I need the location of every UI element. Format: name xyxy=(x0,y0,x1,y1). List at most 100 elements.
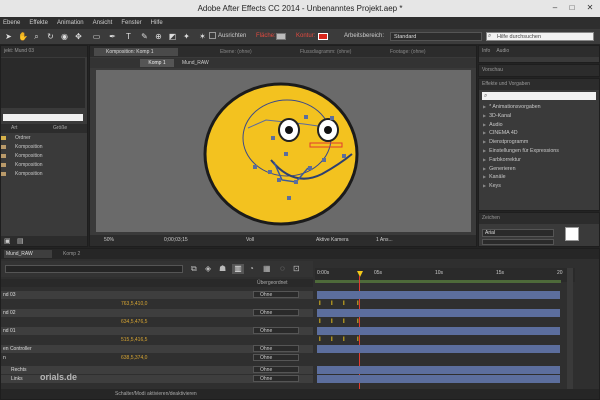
layer-row[interactable]: nd 03 Ohne xyxy=(1,291,313,299)
layer-row[interactable]: n 638,5,374,0 Ohne xyxy=(1,354,313,362)
layer-duration-bar[interactable] xyxy=(317,309,560,317)
keyframe-marker[interactable]: I xyxy=(357,319,361,325)
layer-duration-bar[interactable] xyxy=(317,375,560,383)
fill-swatch[interactable] xyxy=(276,33,286,40)
close-button[interactable]: ✕ xyxy=(583,2,597,13)
layer-row[interactable]: en Controller Ohne xyxy=(1,345,313,353)
pan-behind-tool-icon[interactable]: ✥ xyxy=(74,32,83,41)
keyframe-marker[interactable]: I xyxy=(319,301,323,307)
arbeitsbereich-select[interactable]: Standard xyxy=(390,32,482,41)
keyframe-marker[interactable]: I xyxy=(331,337,335,343)
zoom-tool-icon[interactable]: ⌕ xyxy=(32,32,41,41)
keyframe-marker[interactable]: I xyxy=(331,301,335,307)
position-value[interactable]: 763,5,410,0 xyxy=(121,300,147,308)
project-tab[interactable]: jekt: Mund 03 xyxy=(1,46,87,57)
resolution-select[interactable]: Voll xyxy=(246,237,254,243)
rotate-tool-icon[interactable]: ↻ xyxy=(46,32,55,41)
position-value[interactable]: 638,5,374,0 xyxy=(121,354,147,362)
menu-ebene[interactable]: Ebene xyxy=(3,17,20,29)
views-select[interactable]: 1 Ans... xyxy=(376,237,393,243)
keyframe-marker[interactable]: I xyxy=(357,337,361,343)
keyframe-marker[interactable]: I xyxy=(319,319,323,325)
layer-row[interactable]: nd 01 Ohne xyxy=(1,327,313,335)
parent-select[interactable]: Ohne xyxy=(253,309,299,316)
project-item[interactable]: Komposition xyxy=(1,170,87,179)
selection-tool-icon[interactable]: ➤ xyxy=(4,32,13,41)
effect-category[interactable]: Einstellungen für Expressions xyxy=(479,147,599,156)
effect-category[interactable]: Keys xyxy=(479,182,599,191)
project-item[interactable]: Ordner xyxy=(1,134,87,143)
hand-tool-icon[interactable]: ✋ xyxy=(18,32,28,41)
effect-category[interactable]: Generieren xyxy=(479,165,599,174)
effect-category[interactable]: Kanäle xyxy=(479,173,599,182)
new-folder-icon[interactable]: ▤ xyxy=(17,237,24,245)
tab-zeichen[interactable]: Zeichen xyxy=(479,213,599,224)
draft-3d-icon[interactable]: ◈ xyxy=(205,264,211,273)
tab-komposition[interactable]: Komposition: Komp 1 xyxy=(94,48,178,56)
shy-layers-icon[interactable]: ☗ xyxy=(219,264,226,273)
layer-duration-bar[interactable] xyxy=(317,366,560,374)
effect-category[interactable]: CINEMA 4D xyxy=(479,129,599,138)
roto-tool-icon[interactable]: ✦ xyxy=(182,32,191,41)
timeline-scrollbar[interactable] xyxy=(567,268,573,398)
motion-blur-icon[interactable]: ◔ xyxy=(249,264,254,273)
parent-select[interactable]: Ohne xyxy=(253,327,299,334)
camera-tool-icon[interactable]: ◉ xyxy=(60,32,69,41)
parent-select[interactable]: Ohne xyxy=(253,291,299,298)
rectangle-tool-icon[interactable]: ▭ xyxy=(92,32,101,41)
menu-fenster[interactable]: Fenster xyxy=(121,17,141,29)
parent-select[interactable]: Ohne xyxy=(253,375,299,382)
effect-category[interactable]: Audio xyxy=(479,121,599,130)
stroke-swatch[interactable] xyxy=(318,33,328,40)
effects-search-input[interactable]: ⌕ xyxy=(482,92,596,100)
zoom-select[interactable]: 50% xyxy=(104,237,114,243)
menu-hilfe[interactable]: Hilfe xyxy=(151,17,163,29)
parent-select[interactable]: Ohne xyxy=(253,345,299,352)
comment-icon[interactable]: ◌ xyxy=(280,264,285,273)
timecode-display[interactable]: 0;00;03;15 xyxy=(164,237,188,243)
project-item[interactable]: Komposition xyxy=(1,152,87,161)
tab-ebene[interactable]: Ebene: (ohne) xyxy=(220,48,252,56)
col-uebergeordnet[interactable]: Übergeordnet xyxy=(257,279,288,287)
menu-ansicht[interactable]: Ansicht xyxy=(93,17,113,29)
puppet-tool-icon[interactable]: ✶ xyxy=(198,32,207,41)
font-select[interactable]: Arial xyxy=(482,229,554,237)
layer-duration-bar[interactable] xyxy=(317,327,560,335)
graph-editor-icon[interactable]: ▦ xyxy=(263,264,271,273)
tab-footage[interactable]: Footage: (ohne) xyxy=(390,48,426,56)
comp-mini-flowchart-icon[interactable]: ⧉ xyxy=(191,264,197,274)
effect-category[interactable]: Dienstprogramm xyxy=(479,138,599,147)
layer-row[interactable]: nd 02 Ohne xyxy=(1,309,313,317)
interpret-footage-icon[interactable]: ▣ xyxy=(4,237,11,245)
keyframe-marker[interactable]: I xyxy=(319,337,323,343)
effect-category[interactable]: * Animationsvorgaben xyxy=(479,103,599,112)
keyframe-marker[interactable]: I xyxy=(343,301,347,307)
tab-info[interactable]: Info xyxy=(482,48,490,54)
property-row[interactable]: 763,5,410,0 xyxy=(1,300,313,308)
tab-vorschau[interactable]: Vorschau xyxy=(479,65,599,76)
clone-tool-icon[interactable]: ⊕ xyxy=(154,32,163,41)
effect-category[interactable]: 3D-Kanal xyxy=(479,112,599,121)
col-groesse[interactable]: Größe xyxy=(53,124,67,133)
ausrichten-checkbox[interactable] xyxy=(209,32,216,39)
nav-mund-raw[interactable]: Mund_RAW xyxy=(182,59,209,67)
text-tool-icon[interactable]: T xyxy=(124,32,133,41)
composition-viewer[interactable] xyxy=(96,70,471,232)
camera-select[interactable]: Aktive Kamera xyxy=(316,237,349,243)
tab-audio[interactable]: Audio xyxy=(496,48,509,54)
nav-komp-1[interactable]: Komp 1 xyxy=(140,59,174,67)
keyframe-marker[interactable]: I xyxy=(331,319,335,325)
maximize-button[interactable]: □ xyxy=(565,2,579,13)
tab-flussdiagramm[interactable]: Flussdiagramm: (ohne) xyxy=(300,48,351,56)
effect-category[interactable]: Farbkorrektur xyxy=(479,156,599,165)
work-area-bar[interactable] xyxy=(315,280,561,283)
help-search-input[interactable]: Hilfe durchsuchen xyxy=(486,32,594,41)
position-value[interactable]: 515,5,416,5 xyxy=(121,336,147,344)
graph-icon[interactable]: ⊡ xyxy=(293,264,300,273)
toggle-switches-modes[interactable]: Schalter/Modi aktivieren/deaktivieren xyxy=(115,391,197,397)
project-item[interactable]: Komposition xyxy=(1,143,87,152)
keyframe-marker[interactable]: I xyxy=(343,319,347,325)
tab-komp-2[interactable]: Komp 2 xyxy=(63,250,80,258)
project-item[interactable]: Komposition xyxy=(1,161,87,170)
menu-animation[interactable]: Animation xyxy=(57,17,84,29)
